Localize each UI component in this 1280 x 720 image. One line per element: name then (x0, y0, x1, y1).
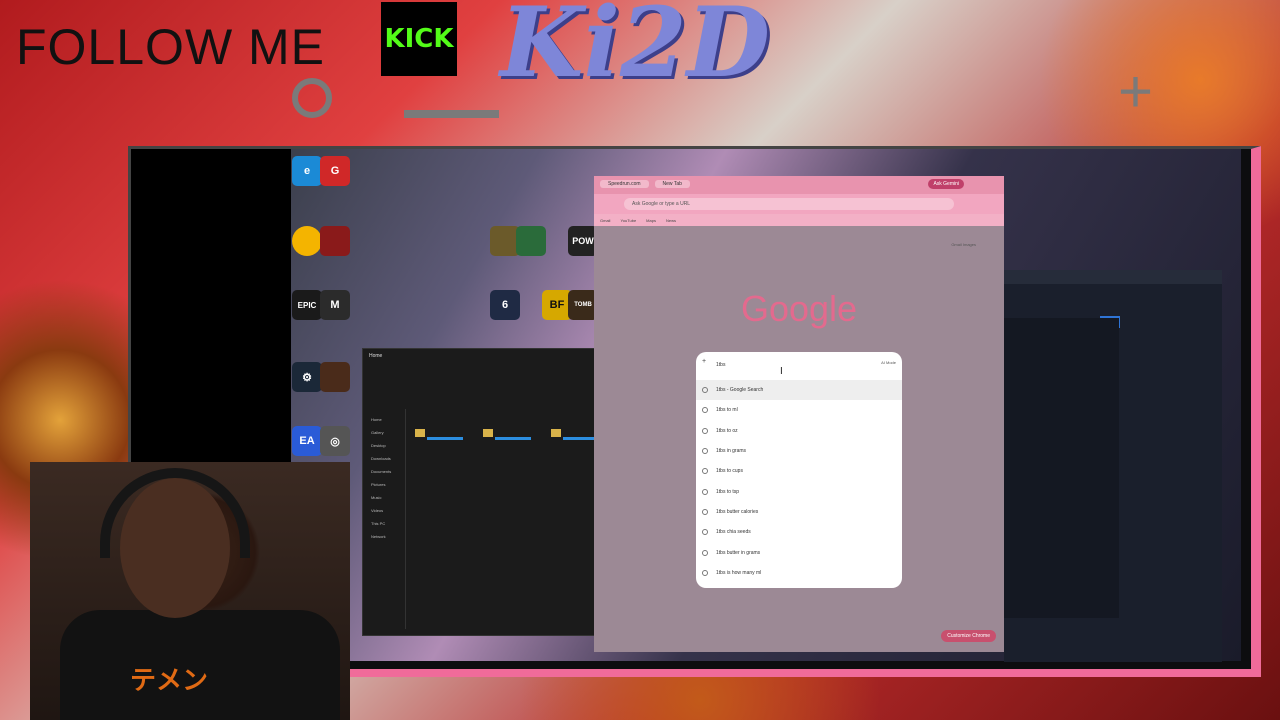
ea-icon[interactable]: EA (292, 426, 322, 456)
search-icon (702, 448, 708, 455)
background-app-window[interactable] (1004, 270, 1222, 662)
search-icon (702, 427, 708, 434)
steam-icon[interactable]: ⚙ (292, 362, 322, 392)
sidebar-item[interactable]: Gallery (371, 430, 399, 435)
sidebar-item[interactable]: Videos (371, 508, 399, 513)
ask-gemini-button[interactable]: Ask Gemini (928, 179, 964, 189)
bookmark-item[interactable]: Gmail (600, 218, 610, 223)
bookmark-item[interactable]: News (666, 218, 676, 223)
tab-new-tab[interactable]: New Tab (654, 180, 690, 188)
search-icon (702, 488, 708, 495)
search-icon (702, 387, 708, 394)
search-icon (702, 569, 708, 576)
explorer-tab[interactable]: Home (369, 353, 382, 359)
suggestion-item[interactable]: 1tbs chia seeds (696, 522, 902, 542)
app-panel (1004, 318, 1119, 618)
suggestion-item[interactable]: 1tbs to ml (696, 400, 902, 420)
suggestion-item[interactable]: 1tbs butter calories (696, 502, 902, 522)
search-icon (702, 549, 708, 556)
game-icon[interactable]: ◎ (320, 426, 350, 456)
epic-icon[interactable]: EPIC (292, 290, 322, 320)
follow-me-text: FOLLOW ME (16, 19, 326, 75)
explorer-sidebar: Home Gallery Desktop Downloads Documents… (365, 409, 406, 629)
google-logo: Google (740, 288, 858, 329)
kick-logo-text: KICK (384, 24, 454, 54)
suggestion-item[interactable]: 1tbs butter in grams (696, 542, 902, 562)
search-suggestions-box[interactable]: + 1tbs AI Mode 1tbs - Google Search 1tbs… (696, 352, 902, 588)
app-title-bar (1004, 270, 1222, 284)
edge-icon[interactable]: e (292, 156, 322, 186)
sidebar-item[interactable]: Music (371, 495, 399, 500)
chrome-tabs: Speedrun.com New Tab (600, 180, 690, 188)
suggestion-item[interactable]: 1tbs is how many ml (696, 563, 902, 583)
game-icon[interactable]: M (320, 290, 350, 320)
suggestion-list: 1tbs - Google Search 1tbs to ml 1tbs to … (696, 380, 902, 583)
circle-deco-icon (292, 78, 332, 118)
sidebar-item[interactable]: Desktop (371, 443, 399, 448)
suggestion-item[interactable]: 1tbs to cups (696, 461, 902, 481)
search-icon (702, 508, 708, 515)
folder-item[interactable] (413, 427, 467, 445)
channel-brand-logo: Ki2D (500, 0, 770, 99)
search-icon (702, 468, 708, 475)
chrome-icon[interactable] (292, 226, 322, 256)
garena-icon[interactable]: G (320, 156, 350, 186)
sidebar-item[interactable]: Documents (371, 469, 399, 474)
sidebar-item[interactable]: Network (371, 534, 399, 539)
suggestion-item[interactable]: 1tbs - Google Search (696, 380, 902, 401)
search-input[interactable]: 1tbs (702, 358, 896, 372)
plus-deco-icon: + (1118, 58, 1154, 125)
suggestion-item[interactable]: 1tbs in grams (696, 441, 902, 461)
ai-mode-button[interactable]: AI Mode (881, 360, 896, 365)
shirt-print: テメン (130, 665, 209, 695)
search-icon (702, 529, 708, 536)
sidebar-item[interactable]: Home (371, 417, 399, 422)
kick-logo: KICK (381, 2, 457, 76)
search-icon (702, 407, 708, 414)
folder-icon (483, 429, 493, 437)
customize-chrome-button[interactable]: Customize Chrome (941, 630, 996, 642)
bookmarks-bar: Gmail YouTube Maps News (594, 214, 1004, 226)
search-query: 1tbs (716, 362, 726, 368)
file-explorer-window[interactable]: Home Home Gallery Desktop Downloads Docu… (362, 348, 599, 636)
text-cursor-icon: I (780, 366, 783, 377)
omnibox[interactable]: Ask Google or type a URL (624, 198, 954, 210)
tab-speedrun[interactable]: Speedrun.com (600, 180, 649, 188)
google-top-links[interactable]: Gmail Images (951, 242, 976, 247)
game-icon[interactable] (320, 226, 350, 256)
sidebar-item[interactable]: This PC (371, 521, 399, 526)
dash-deco-icon (404, 110, 499, 118)
suggestion-item[interactable]: 1tbs to oz (696, 421, 902, 441)
game-icon[interactable] (320, 362, 350, 392)
bookmark-item[interactable]: Maps (646, 218, 656, 223)
game-icon[interactable]: 6 (490, 290, 520, 320)
folder-icon (415, 429, 425, 437)
folder-icon (551, 429, 561, 437)
suggestion-item[interactable]: 1tbs to tsp (696, 481, 902, 501)
folder-item[interactable] (481, 427, 535, 445)
bookmark-item[interactable]: YouTube (620, 218, 636, 223)
sidebar-item[interactable]: Pictures (371, 482, 399, 487)
game-icon[interactable] (516, 226, 546, 256)
sidebar-item[interactable]: Downloads (371, 456, 399, 461)
